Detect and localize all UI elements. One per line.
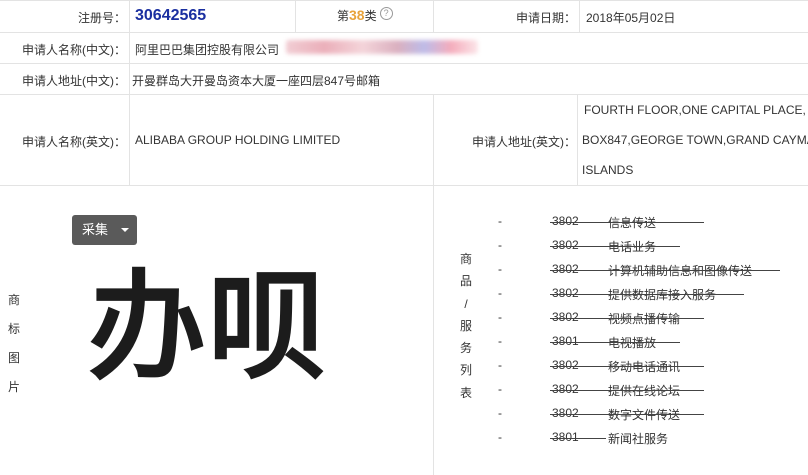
goods-code: 3802 <box>552 358 579 372</box>
goods-dash: - <box>498 430 502 444</box>
applicant-en: ALIBABA GROUP HOLDING LIMITED <box>135 133 341 147</box>
mark-image-label: 商 标 图 片 <box>7 286 21 402</box>
mark-label-char: 片 <box>7 380 20 394</box>
class-prefix: 第 <box>337 9 350 23</box>
class-info: 第38类? <box>337 7 393 24</box>
goods-dash: - <box>498 286 502 300</box>
goods-label-char: 商 <box>459 252 472 266</box>
class-suffix: 类 <box>364 9 377 23</box>
goods-code: 3802 <box>552 310 579 324</box>
goods-code: 3802 <box>552 262 579 276</box>
apply-date: 2018年05月02日 <box>586 11 676 25</box>
mark-label-char: 商 <box>7 293 20 307</box>
goods-name: 新闻社服务 <box>608 432 669 446</box>
strikethrough-line <box>550 246 680 247</box>
mark-label-char: 标 <box>7 322 20 336</box>
goods-dash: - <box>498 406 502 420</box>
strikethrough-line <box>550 366 704 367</box>
goods-code: 3802 <box>552 286 579 300</box>
applicant-cn: 阿里巴巴集团控股有限公司 <box>135 43 280 57</box>
address-cn: 开曼群岛大开曼岛资本大厦一座四层847号邮箱 <box>132 74 381 88</box>
goods-list-label: 商 品 / 服 务 列 表 <box>459 248 473 404</box>
caret-down-icon[interactable] <box>121 228 129 232</box>
goods-label-char: 务 <box>459 341 472 356</box>
goods-label-char: 列 <box>459 363 472 378</box>
goods-label-char: 服 <box>459 318 472 333</box>
address-en-line-2: BOX847,GEORGE TOWN,GRAND CAYMA <box>582 133 808 147</box>
strikethrough-line <box>550 270 780 271</box>
applicant-en-label: 申请人名称(英文)： <box>22 135 126 149</box>
address-en-line-3: ISLANDS <box>582 163 634 177</box>
help-icon[interactable]: ? <box>379 7 393 20</box>
strikethrough-line <box>550 294 744 295</box>
goods-dash: - <box>498 262 502 276</box>
address-en-label: 申请人地址(英文)： <box>472 135 576 149</box>
goods-dash: - <box>498 334 502 348</box>
goods-label-char: 表 <box>459 385 472 400</box>
strikethrough-line <box>550 414 704 415</box>
applicant-cn-label: 申请人名称(中文)： <box>22 43 126 57</box>
goods-code: 3802 <box>552 406 579 420</box>
goods-label-char: 品 <box>459 274 472 289</box>
goods-code: 3801 <box>552 334 579 348</box>
strikethrough-line <box>550 390 704 391</box>
strikethrough-line <box>550 318 704 319</box>
strikethrough-line <box>550 342 680 343</box>
trademark-image: 办呗 <box>88 258 329 396</box>
redacted-blur <box>286 40 478 54</box>
collect-button-label: 采集 <box>82 222 109 237</box>
reg-number[interactable]: 30642565 <box>135 7 206 25</box>
apply-date-label: 申请日期： <box>515 11 576 25</box>
goods-code: 3802 <box>552 382 579 396</box>
goods-dash: - <box>498 382 502 396</box>
goods-dash: - <box>498 310 502 324</box>
goods-dash: - <box>498 238 502 252</box>
mark-label-char: 图 <box>7 351 20 365</box>
address-cn-label: 申请人地址(中文)： <box>22 74 126 88</box>
goods-code: 3802 <box>552 238 579 252</box>
reg-no-label: 注册号： <box>77 11 126 25</box>
goods-dash: - <box>498 214 502 228</box>
goods-label-char: / <box>464 296 468 311</box>
strikethrough-line <box>550 438 606 439</box>
goods-dash: - <box>498 358 502 372</box>
goods-code: 3801 <box>552 430 579 444</box>
goods-code: 3802 <box>552 214 579 228</box>
class-number: 38 <box>349 7 365 23</box>
collect-button[interactable]: 采集 <box>72 215 137 245</box>
strikethrough-line <box>550 222 704 223</box>
address-en-line-1: FOURTH FLOOR,ONE CAPITAL PLACE, <box>584 103 806 117</box>
